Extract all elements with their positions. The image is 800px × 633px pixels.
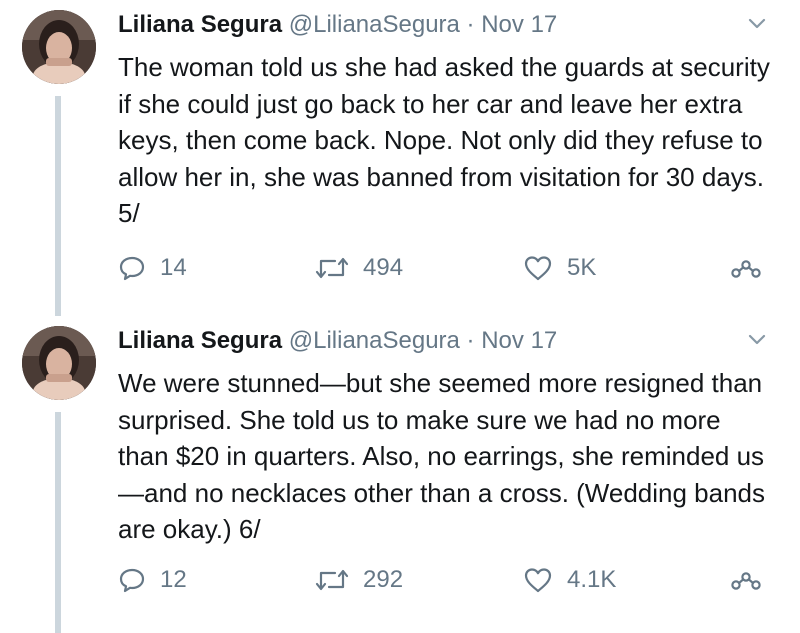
retweet-count: 494 [363, 254, 404, 281]
speech-bubble-icon [118, 254, 146, 282]
tweet[interactable]: Liliana Segura @LilianaSegura · Nov 17 W… [0, 316, 800, 633]
author-handle[interactable]: @LilianaSegura [289, 11, 460, 38]
share-button[interactable] [730, 251, 762, 285]
heart-outline-icon [523, 254, 553, 282]
separator-dot: · [466, 327, 475, 354]
like-button[interactable]: 4.1K [523, 563, 616, 597]
author-name[interactable]: Liliana Segura [118, 327, 282, 354]
share-nodes-icon [730, 254, 762, 282]
author-handle[interactable]: @LilianaSegura [289, 327, 460, 354]
like-count: 5K [567, 254, 597, 281]
chevron-down-icon[interactable] [748, 333, 766, 347]
reply-count: 14 [160, 254, 187, 281]
reply-button[interactable]: 12 [118, 563, 187, 597]
tweet-header: Liliana Segura @LilianaSegura · Nov 17 [118, 326, 557, 356]
avatar[interactable] [22, 10, 96, 84]
share-button[interactable] [730, 563, 762, 597]
author-name[interactable]: Liliana Segura [118, 11, 282, 38]
speech-bubble-icon [118, 566, 146, 594]
retweet-arrows-icon [315, 566, 349, 594]
retweet-arrows-icon [315, 254, 349, 282]
like-button[interactable]: 5K [523, 251, 596, 285]
tweet-text: The woman told us she had asked the guar… [118, 52, 770, 228]
reply-button[interactable]: 14 [118, 251, 187, 285]
heart-outline-icon [523, 566, 553, 594]
tweet-date[interactable]: Nov 17 [481, 11, 557, 38]
thread-line [55, 96, 61, 316]
action-bar: 12 292 4.1K [118, 563, 778, 597]
tweet-date[interactable]: Nov 17 [481, 327, 557, 354]
thread-line [55, 412, 61, 633]
chevron-down-icon[interactable] [748, 17, 766, 31]
reply-count: 12 [160, 566, 187, 593]
retweet-button[interactable]: 494 [315, 251, 403, 285]
share-nodes-icon [730, 566, 762, 594]
like-count: 4.1K [567, 566, 617, 593]
retweet-button[interactable]: 292 [315, 563, 403, 597]
tweet-header: Liliana Segura @LilianaSegura · Nov 17 [118, 10, 557, 40]
separator-dot: · [466, 11, 475, 38]
tweet[interactable]: Liliana Segura @LilianaSegura · Nov 17 T… [0, 0, 800, 316]
tweet-text: We were stunned—but she seemed more resi… [118, 368, 766, 544]
action-bar: 14 494 5K [118, 251, 778, 285]
avatar[interactable] [22, 326, 96, 400]
retweet-count: 292 [363, 566, 404, 593]
